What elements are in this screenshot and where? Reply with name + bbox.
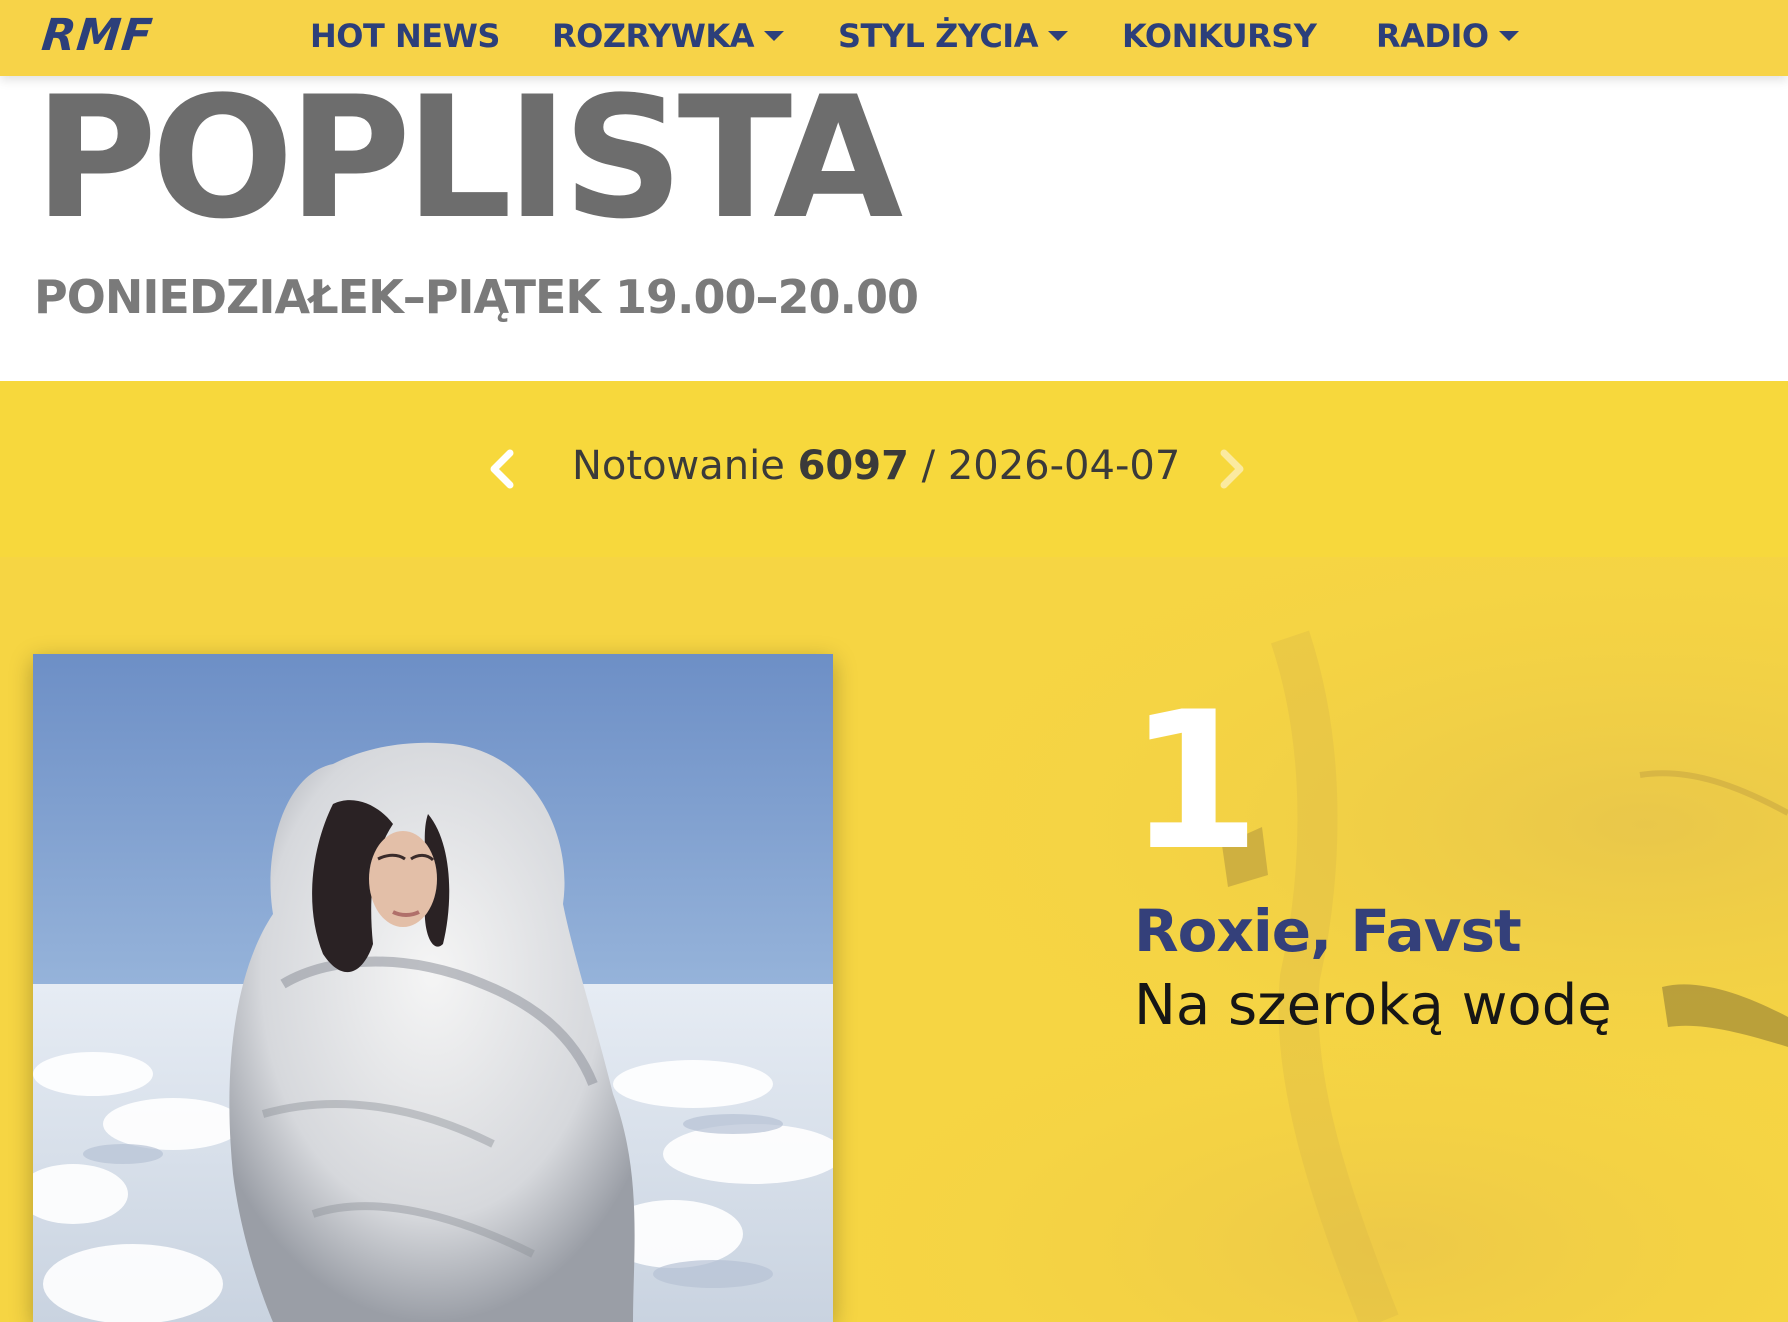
chart-position: 1 (1128, 671, 1261, 892)
nav-item-label: HOT NEWS (310, 17, 500, 55)
nav-item-konkursy[interactable]: KONKURSY (1122, 16, 1317, 56)
previous-edition-arrow-icon[interactable] (482, 447, 522, 491)
nav-item-styl-zycia[interactable]: STYL ŻYCIA (838, 16, 1068, 56)
chevron-down-icon (1047, 31, 1068, 41)
nav-item-hot-news[interactable]: HOT NEWS (310, 16, 500, 56)
page-title: POPLISTA (34, 60, 903, 256)
song-title[interactable]: Na szeroką wodę (1134, 973, 1612, 1038)
top-navigation: RMF HOT NEWS ROZRYWKA STYL ŻYCIA KONKURS… (0, 0, 1788, 76)
edition-info: Notowanie 6097 / 2026-04-07 (572, 443, 1180, 489)
nav-item-radio[interactable]: RADIO (1376, 16, 1519, 56)
next-edition-arrow-icon[interactable] (1212, 447, 1252, 491)
chevron-down-icon (763, 31, 784, 41)
album-cover (33, 654, 833, 1322)
artist-name[interactable]: Roxie, Favst (1134, 897, 1522, 965)
chevron-down-icon (1498, 31, 1519, 41)
chart-entry: 1 Roxie, Favst Na szeroką wodę (0, 557, 1788, 1322)
edition-label: Notowanie (572, 443, 785, 489)
edition-separator: / (921, 443, 936, 489)
nav-item-label: RADIO (1376, 17, 1489, 55)
rmf-logo[interactable]: RMF (39, 10, 155, 61)
edition-number: 6097 (797, 443, 909, 489)
edition-bar: Notowanie 6097 / 2026-04-07 (0, 381, 1788, 557)
broadcast-schedule: PONIEDZIAŁEK–PIĄTEK 19.00–20.00 (34, 270, 919, 324)
nav-item-label: KONKURSY (1122, 17, 1317, 55)
cover-image (33, 654, 833, 1322)
nav-item-label: ROZRYWKA (552, 17, 754, 55)
nav-item-rozrywka[interactable]: ROZRYWKA (552, 16, 784, 56)
nav-item-label: STYL ŻYCIA (838, 17, 1038, 55)
edition-date: 2026-04-07 (947, 443, 1181, 489)
